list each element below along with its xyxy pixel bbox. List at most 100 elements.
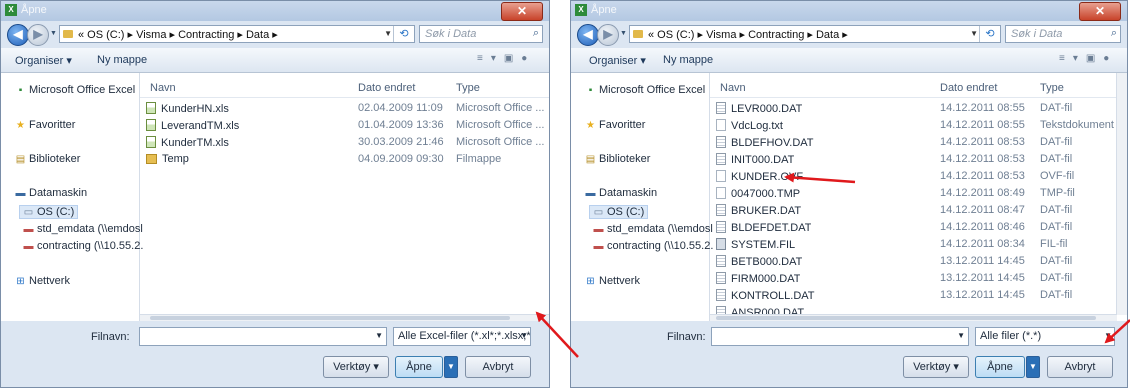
file-row[interactable]: KUNDER.OVF 14.12.2011 08:53 OVF-fil <box>710 168 1127 185</box>
file-row[interactable]: BETB000.DAT 13.12.2011 14:45 DAT-fil <box>710 253 1127 270</box>
nav-libraries[interactable]: ▤ Biblioteker <box>15 153 81 165</box>
scroll-thumb[interactable] <box>150 316 510 320</box>
forward-button[interactable]: ▶ <box>597 24 619 46</box>
nav-favorites[interactable]: ★ Favoritter <box>585 119 645 131</box>
file-row[interactable]: VdcLog.txt 14.12.2011 08:55 Tekstdokument <box>710 117 1127 134</box>
tools-button[interactable]: Verktøy ▾ <box>903 356 969 378</box>
breadcrumb[interactable]: « OS (C:) ▸ Visma ▸ Contracting ▸ Data ▸ <box>648 28 848 41</box>
nav-favorites[interactable]: ★ Favoritter <box>15 119 75 131</box>
title-bar[interactable]: X Åpne ✕ <box>1 1 549 21</box>
cancel-button[interactable]: Avbryt <box>1047 356 1113 378</box>
search-input[interactable]: Søk i Data ⌕ <box>419 25 543 43</box>
file-row[interactable]: BRUKER.DAT 14.12.2011 08:47 DAT-fil <box>710 202 1127 219</box>
horizontal-scrollbar[interactable] <box>140 314 549 321</box>
column-name[interactable]: Navn <box>150 82 176 94</box>
organize-button[interactable]: Organiser ▾ <box>15 54 72 67</box>
file-date: 13.12.2011 14:45 <box>940 272 1025 284</box>
column-date[interactable]: Dato endret <box>358 82 415 94</box>
forward-button[interactable]: ▶ <box>27 24 49 46</box>
refresh-icon[interactable]: ⟲ <box>979 26 1000 42</box>
network-drive-icon: ▬ <box>23 241 34 252</box>
breadcrumb[interactable]: « OS (C:) ▸ Visma ▸ Contracting ▸ Data ▸ <box>78 28 278 41</box>
file-row[interactable]: BLDEFHOV.DAT 14.12.2011 08:53 DAT-fil <box>710 134 1127 151</box>
back-arrow-icon: ◀ <box>13 27 23 41</box>
column-type[interactable]: Type <box>456 82 480 94</box>
file-type-filter[interactable]: Alle filer (*.*) ▼ <box>975 327 1115 346</box>
nav-computer[interactable]: ▬ Datamaskin <box>585 187 658 199</box>
nav-drive-contracting[interactable]: ▬ contracting (\\10.55.2. <box>23 240 144 252</box>
back-button[interactable]: ◀ <box>7 24 29 46</box>
excel-icon: ▪ <box>18 85 23 96</box>
file-row[interactable]: KunderHN.xls 02.04.2009 11:09 Microsoft … <box>140 100 549 117</box>
new-folder-button[interactable]: Ny mappe <box>663 54 713 66</box>
chevron-down-icon[interactable]: ▼ <box>970 29 978 38</box>
file-row[interactable]: FIRM000.DAT 13.12.2011 14:45 DAT-fil <box>710 270 1127 287</box>
address-bar[interactable]: « OS (C:) ▸ Visma ▸ Contracting ▸ Data ▸… <box>629 25 1001 43</box>
file-date: 14.12.2011 08:53 <box>940 170 1025 182</box>
horizontal-scrollbar[interactable] <box>710 314 1117 321</box>
file-name: 0047000.TMP <box>716 187 800 200</box>
open-dialog-excel: X Åpne ✕ ◀ ▶ ▼ « OS (C:) ▸ Visma ▸ Contr… <box>0 0 550 388</box>
vertical-scrollbar[interactable] <box>1116 73 1127 315</box>
nav-libraries[interactable]: ▤ Biblioteker <box>585 153 651 165</box>
file-row[interactable]: LEVR000.DAT 14.12.2011 08:55 DAT-fil <box>710 100 1127 117</box>
column-name[interactable]: Navn <box>720 82 746 94</box>
data-file-icon <box>716 136 726 148</box>
tools-button[interactable]: Verktøy ▾ <box>323 356 389 378</box>
open-dropdown-button[interactable]: ▼ <box>444 356 458 378</box>
file-type-filter[interactable]: Alle Excel-filer (*.xl*;*.xlsx;*.xl: ▼ <box>393 327 531 346</box>
close-button[interactable]: ✕ <box>1079 2 1121 21</box>
recent-pages-icon[interactable]: ▼ <box>50 30 57 37</box>
open-dropdown-button[interactable]: ▼ <box>1026 356 1040 378</box>
back-button[interactable]: ◀ <box>577 24 599 46</box>
chevron-down-icon[interactable]: ▼ <box>520 331 528 340</box>
organize-button[interactable]: Organiser ▾ <box>589 54 646 67</box>
nav-drive-c[interactable]: ▭ OS (C:) <box>19 205 79 219</box>
filename-input[interactable]: ▼ <box>711 327 969 346</box>
file-row[interactable]: BLDEFDET.DAT 14.12.2011 08:46 DAT-fil <box>710 219 1127 236</box>
filename-input[interactable]: ▼ <box>139 327 387 346</box>
new-folder-button[interactable]: Ny mappe <box>97 54 147 66</box>
cancel-button[interactable]: Avbryt <box>465 356 531 378</box>
file-row[interactable]: LeverandTM.xls 01.04.2009 13:36 Microsof… <box>140 117 549 134</box>
chevron-down-icon[interactable]: ▼ <box>384 29 392 38</box>
nav-drive-std[interactable]: ▬ std_emdata (\\emdosl <box>593 223 713 235</box>
chevron-down-icon[interactable]: ▼ <box>957 331 965 340</box>
nav-drive-std[interactable]: ▬ std_emdata (\\emdosl <box>23 223 143 235</box>
search-icon[interactable]: ⌕ <box>1111 27 1117 40</box>
title-bar[interactable]: X Åpne ✕ <box>571 1 1127 21</box>
file-row[interactable]: KONTROLL.DAT 13.12.2011 14:45 DAT-fil <box>710 287 1127 304</box>
nav-excel[interactable]: ▪ Microsoft Office Excel <box>585 84 705 96</box>
file-row[interactable]: INIT000.DAT 14.12.2011 08:53 DAT-fil <box>710 151 1127 168</box>
window-title: Åpne <box>591 4 617 16</box>
nav-network[interactable]: ⊞ Nettverk <box>15 275 70 287</box>
file-row[interactable]: SYSTEM.FIL 14.12.2011 08:34 FIL-fil <box>710 236 1127 253</box>
open-button[interactable]: Åpne <box>975 356 1025 378</box>
column-date[interactable]: Dato endret <box>940 82 997 94</box>
nav-drive-contracting[interactable]: ▬ contracting (\\10.55.2. <box>593 240 714 252</box>
nav-excel[interactable]: ▪ Microsoft Office Excel <box>15 84 135 96</box>
column-type[interactable]: Type <box>1040 82 1064 94</box>
search-input[interactable]: Søk i Data ⌕ <box>1005 25 1121 43</box>
nav-computer[interactable]: ▬ Datamaskin <box>15 187 88 199</box>
filename-label: Filnavn: <box>91 331 130 343</box>
file-row[interactable]: KunderTM.xls 30.03.2009 21:46 Microsoft … <box>140 134 549 151</box>
open-button[interactable]: Åpne <box>395 356 443 378</box>
window-title: Åpne <box>21 4 47 16</box>
nav-drive-c[interactable]: ▭ OS (C:) <box>589 205 649 219</box>
view-options-icons[interactable]: ≡▾▣● <box>477 53 535 64</box>
search-icon[interactable]: ⌕ <box>533 27 539 40</box>
close-button[interactable]: ✕ <box>501 2 543 21</box>
excel-file-icon <box>146 119 156 131</box>
nav-network[interactable]: ⊞ Nettverk <box>585 275 640 287</box>
file-row[interactable]: 0047000.TMP 14.12.2011 08:49 TMP-fil <box>710 185 1127 202</box>
refresh-icon[interactable]: ⟲ <box>393 26 414 42</box>
scroll-thumb[interactable] <box>716 316 1096 320</box>
chevron-down-icon[interactable]: ▼ <box>375 331 383 340</box>
file-name: LeverandTM.xls <box>146 119 239 132</box>
file-row[interactable]: Temp 04.09.2009 09:30 Filmappe <box>140 151 549 168</box>
chevron-down-icon[interactable]: ▼ <box>1104 331 1112 340</box>
address-bar[interactable]: « OS (C:) ▸ Visma ▸ Contracting ▸ Data ▸… <box>59 25 415 43</box>
view-options-icons[interactable]: ≡▾▣● <box>1059 53 1117 64</box>
recent-pages-icon[interactable]: ▼ <box>620 30 627 37</box>
